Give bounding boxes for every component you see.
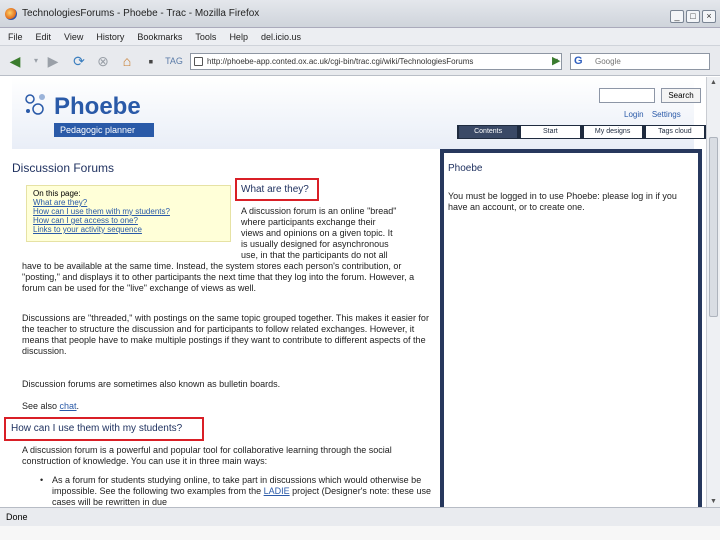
maximize-button[interactable]: □	[686, 10, 700, 23]
scroll-thumb[interactable]	[709, 137, 718, 317]
window-title: TechnologiesForums - Phoebe - Trac - Moz…	[22, 8, 260, 19]
firefox-icon	[5, 8, 17, 20]
tab-tags-cloud[interactable]: Tags cloud	[645, 126, 704, 138]
menu-tools[interactable]: Tools	[195, 32, 216, 42]
login-panel-body: Phoebe You must be logged in to use Phoe…	[444, 153, 698, 507]
see-also-prefix: See also	[22, 401, 60, 411]
menu-file[interactable]: File	[8, 32, 23, 42]
tab-my-designs[interactable]: My designs	[583, 126, 642, 138]
tag-icon[interactable]: TAG	[164, 51, 184, 71]
login-link[interactable]: Login	[624, 110, 644, 119]
section1-line: use, in that the participants do not all	[241, 250, 388, 260]
toc-box: On this page: What are they? How can I u…	[26, 185, 231, 242]
page-title: Discussion Forums	[12, 161, 115, 175]
menu-bar: File Edit View History Bookmarks Tools H…	[0, 28, 720, 46]
see-also: See also chat.	[22, 401, 434, 412]
tab-contents[interactable]: Contents	[459, 126, 518, 138]
section-heading-what: What are they?	[241, 184, 309, 195]
navigation-toolbar: ◀ ▾ ▶ ⟳ ⊗ ⌂ ▪ TAG ▾ ▶ G	[0, 46, 720, 76]
paragraph-3: Discussion forums are sometimes also kno…	[22, 379, 281, 389]
logo-subtitle: Pedagogic planner	[54, 123, 154, 137]
tab-start[interactable]: Start	[521, 126, 580, 138]
go-arrow-icon[interactable]: ▶	[552, 54, 564, 68]
url-input[interactable]	[207, 55, 537, 68]
see-also-suffix: .	[76, 401, 80, 411]
search-bar[interactable]: G	[570, 53, 710, 70]
google-icon[interactable]: G	[574, 55, 583, 67]
site-search-input[interactable]	[599, 88, 655, 103]
ladie-link[interactable]: LADIE	[264, 486, 290, 496]
paragraph-2: Discussions are "threaded," with posting…	[22, 313, 429, 356]
menu-edit[interactable]: Edit	[36, 32, 52, 42]
status-bar: Done	[0, 507, 720, 526]
back-arrow-icon[interactable]: ◀	[6, 51, 24, 71]
login-panel: Phoebe You must be logged in to use Phoe…	[440, 149, 702, 507]
bullet-icon: •	[40, 475, 44, 485]
forward-arrow-icon[interactable]: ▶	[44, 51, 62, 71]
vertical-scrollbar[interactable]: ▲ ▼	[706, 77, 720, 507]
scroll-up-icon[interactable]: ▲	[710, 79, 717, 86]
address-bar[interactable]: ▾	[190, 53, 562, 70]
paragraph-1: have to be available at the same time. I…	[22, 261, 415, 293]
section1-line: views and opinions on a given topic. It	[241, 228, 393, 238]
main-tabs: Contents Start My designs Tags cloud	[457, 125, 706, 139]
menu-view[interactable]: View	[64, 32, 83, 42]
minimize-button[interactable]: _	[670, 10, 684, 23]
page-viewport: Phoebe Pedagogic planner Search Login Se…	[0, 77, 706, 507]
back-dropdown-icon[interactable]: ▾	[30, 51, 42, 71]
bottom-edge	[0, 526, 720, 540]
logo-title: Phoebe	[54, 93, 141, 120]
save-icon[interactable]: ▪	[142, 51, 160, 71]
site-header: Phoebe Pedagogic planner Search Login Se…	[12, 77, 706, 149]
panel-text: You must be logged in to use Phoebe: ple…	[448, 191, 677, 212]
toc-link-how[interactable]: How can I use them with my students?	[33, 207, 224, 216]
window-controls: _ □ ×	[670, 10, 716, 23]
site-search-button[interactable]: Search	[661, 88, 701, 103]
section1-intro: A discussion forum is an online "bread" …	[241, 206, 436, 261]
menu-help[interactable]: Help	[229, 32, 248, 42]
toc-heading: On this page:	[33, 189, 81, 198]
toc-link-what[interactable]: What are they?	[33, 198, 224, 207]
menu-delicious[interactable]: del.icio.us	[261, 32, 301, 42]
reload-icon[interactable]: ⟳	[70, 51, 88, 71]
settings-link[interactable]: Settings	[652, 110, 681, 119]
paragraph-4: A discussion forum is a powerful and pop…	[22, 445, 392, 466]
scroll-down-icon[interactable]: ▼	[710, 498, 717, 505]
phoebe-logo[interactable]: Phoebe Pedagogic planner	[24, 87, 154, 141]
panel-title: Phoebe	[448, 163, 483, 174]
section1-line: is usually designed for asynchronous	[241, 239, 389, 249]
toc-link-access[interactable]: How can I get access to one?	[33, 216, 224, 225]
bullet-1: As a forum for students studying online,…	[52, 475, 434, 507]
chat-link[interactable]: chat	[60, 401, 77, 411]
title-bar: TechnologiesForums - Phoebe - Trac - Moz…	[0, 0, 720, 28]
molecule-icon	[25, 94, 45, 115]
section1-line: A discussion forum is an online "bread"	[241, 206, 397, 216]
section-heading-how: How can I use them with my students?	[11, 423, 183, 434]
menu-bookmarks[interactable]: Bookmarks	[137, 32, 182, 42]
toc-link-activity[interactable]: Links to your activity sequence	[33, 225, 224, 234]
search-input[interactable]	[595, 55, 695, 68]
status-text: Done	[6, 512, 28, 522]
header-links: Login Settings	[624, 110, 687, 119]
close-button[interactable]: ×	[702, 10, 716, 23]
stop-icon[interactable]: ⊗	[94, 51, 112, 71]
section1-line: where participants exchange their	[241, 217, 376, 227]
menu-history[interactable]: History	[96, 32, 124, 42]
page-favicon-icon	[194, 57, 203, 66]
home-icon[interactable]: ⌂	[118, 51, 136, 71]
